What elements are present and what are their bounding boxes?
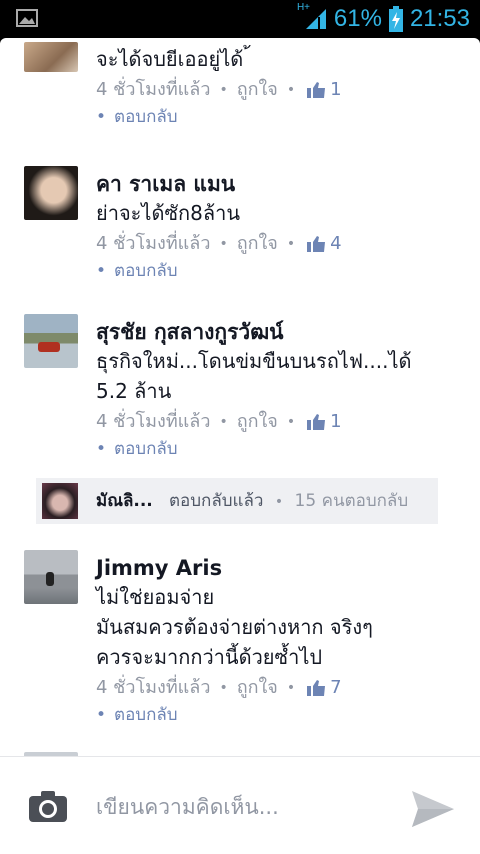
like-button[interactable]: ถูกใจ [237,76,278,104]
gallery-notification-icon [16,9,38,27]
like-count: 7 [330,677,342,698]
commenter-name[interactable]: สุรชัย กุสลางกูรวัฒน์ [96,318,460,346]
reply-author-name: มัณลิ... [96,491,153,511]
like-count: 1 [330,411,342,432]
reply-button[interactable]: ตอบกลับ [114,261,178,281]
like-thumb-icon [307,82,326,98]
comment-text: จะได้จบยีเออยู่ได้ ้ [96,47,251,71]
comment-meta: 4 ชั่วโมงที่แล้ว • ถูกใจ • 4 [96,230,460,258]
like-button[interactable]: ถูกใจ [237,674,278,702]
comment-text: ไม่ใช่ยอมจ่าย มันสมควรต้องจ่ายต่างหาก จร… [96,585,373,669]
comment-composer [0,756,480,854]
replies-summary[interactable]: มัณลิ... ตอบกลับแล้ว • 15 คนตอบกลับ [36,478,438,524]
comments-panel: จะได้จบยีเออยู่ได้ ้ 4 ชั่วโมงที่แล้ว • … [0,38,480,854]
comment-time: 4 ชั่วโมงที่แล้ว [96,79,211,100]
like-count: 1 [330,79,342,100]
send-icon[interactable] [408,787,456,831]
reply-count: 15 คนตอบกลับ [294,491,409,511]
like-button[interactable]: ถูกใจ [237,408,278,436]
avatar[interactable] [24,42,78,72]
camera-icon[interactable] [28,789,68,823]
comment-text: ธุรกิจใหม่...โดนข่มขืนบนรถไฟ....ได้ 5.2 … [96,349,412,403]
like-thumb-icon [307,414,326,430]
comment-list[interactable]: จะได้จบยีเออยู่ได้ ้ 4 ชั่วโมงที่แล้ว • … [0,38,480,756]
commenter-name[interactable]: Jimmy Aris [96,554,460,582]
comment-time: 4 ชั่วโมงที่แล้ว [96,233,211,254]
reply-button[interactable]: ตอบกลับ [114,107,178,127]
like-button[interactable]: ถูกใจ [237,230,278,258]
like-count: 4 [330,233,342,254]
avatar[interactable] [24,550,78,604]
comment-input[interactable] [96,789,376,825]
comment-meta: 4 ชั่วโมงที่แล้ว • ถูกใจ • 7 [96,674,460,702]
clock: 21:53 [409,5,470,32]
status-bar: H+ 61% 21:53 [0,0,480,38]
like-thumb-icon [307,680,326,696]
comment-meta: 4 ชั่วโมงที่แล้ว • ถูกใจ • 1 [96,76,460,104]
commenter-name[interactable]: คา ราเมล แมน [96,170,460,198]
avatar[interactable] [24,166,78,220]
reply-button[interactable]: ตอบกลับ [114,705,178,725]
comment-meta: 4 ชั่วโมงที่แล้ว • ถูกใจ • 1 [96,408,460,436]
reply-button[interactable]: ตอบกลับ [114,439,178,459]
battery-percent: 61% [333,5,382,32]
like-thumb-icon [307,236,326,252]
comment-time: 4 ชั่วโมงที่แล้ว [96,677,211,698]
reply-action: ตอบกลับแล้ว [169,491,264,511]
avatar[interactable] [24,314,78,368]
battery-charging-icon [388,6,403,32]
avatar [42,483,78,519]
comment-time: 4 ชั่วโมงที่แล้ว [96,411,211,432]
comment-text: ย่าจะได้ซัก8ล้าน [96,201,241,225]
signal-icon [305,9,326,29]
